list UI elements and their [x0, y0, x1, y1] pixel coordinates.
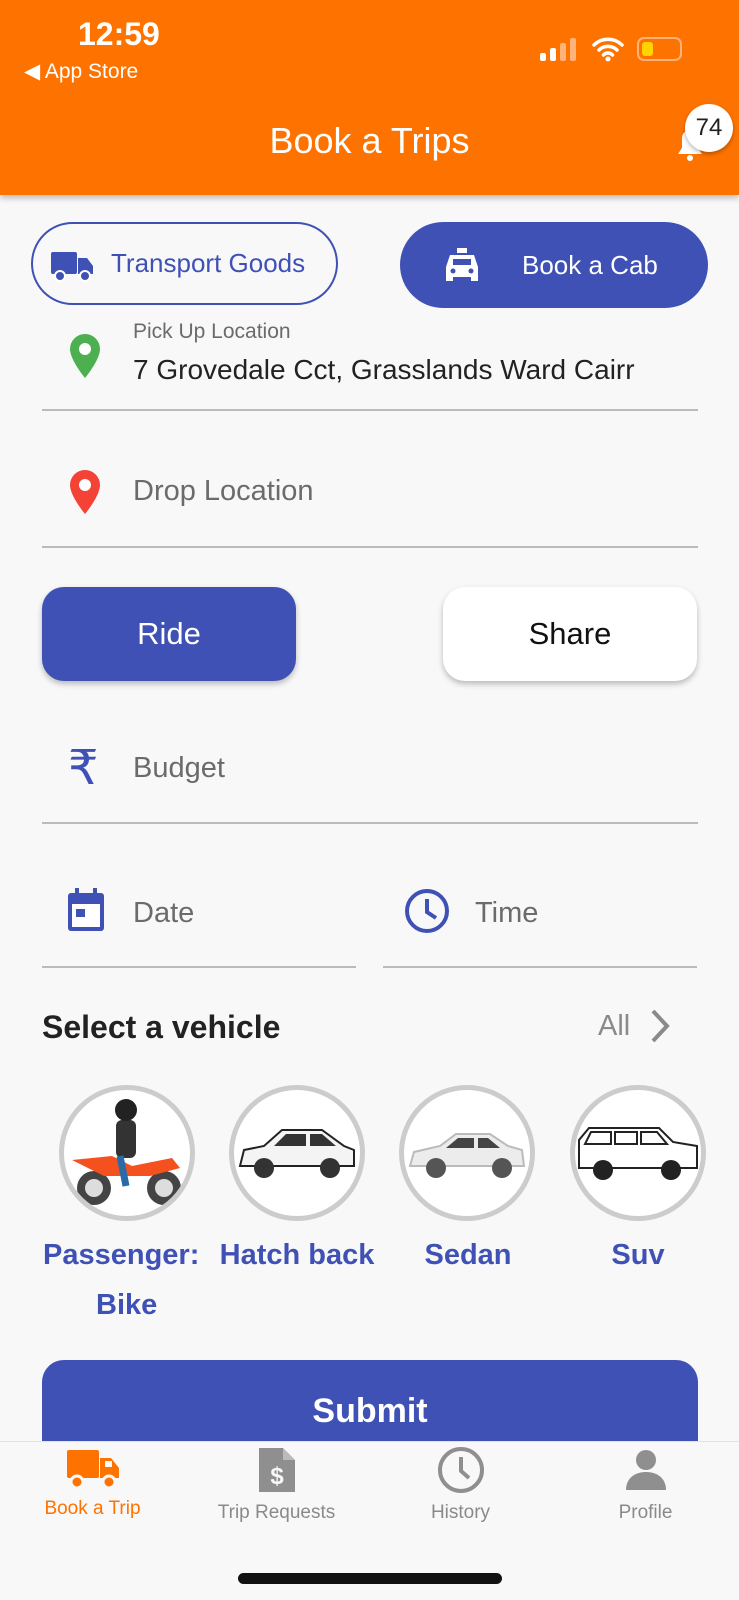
page-title: Book a Trips [269, 120, 470, 161]
calendar-icon [68, 888, 104, 931]
vehicle-suv[interactable] [570, 1085, 706, 1221]
back-arrow-icon: ◀ [24, 60, 41, 83]
clock-icon [405, 889, 449, 933]
tab-book-a-trip[interactable]: Book a Trip [0, 1446, 185, 1520]
truck-icon [51, 251, 93, 282]
select-vehicle-heading: Select a vehicle [42, 1009, 281, 1045]
motorbike-image [72, 1099, 181, 1205]
sedan-image [408, 1133, 526, 1178]
back-to-app-store[interactable]: ◀ App Store [24, 59, 138, 84]
app-header: 12:59 ◀ App Store Book a Trips 74 [0, 0, 739, 195]
vehicle-sedan[interactable] [399, 1085, 535, 1221]
pickup-value: 7 Grovedale Cct, Grasslands Ward Cairr [133, 354, 635, 385]
vehicle-hatchback[interactable] [229, 1085, 365, 1221]
clock-icon [437, 1447, 484, 1493]
home-indicator [238, 1573, 502, 1584]
tab-profile[interactable]: Profile [553, 1446, 738, 1524]
vehicle-label-suv[interactable]: Suv [553, 1230, 723, 1280]
pickup-location-field[interactable]: Pick Up Location 7 Grovedale Cct, Grassl… [42, 320, 698, 410]
view-all-vehicles-link[interactable]: All [598, 1008, 670, 1044]
status-time: 12:59 [78, 16, 160, 52]
pickup-label: Pick Up Location [133, 320, 291, 343]
invoice-icon: $ [258, 1448, 295, 1492]
chevron-right-icon [651, 1009, 670, 1043]
share-button[interactable]: Share [443, 587, 697, 681]
time-field[interactable]: Time [383, 885, 697, 955]
rupee-icon: ₹ [68, 742, 99, 795]
vehicle-label-bike[interactable]: Passenger: Bike [43, 1230, 213, 1330]
person-icon [625, 1450, 666, 1490]
drop-location-field[interactable]: Drop Location [42, 460, 698, 530]
transport-goods-button[interactable]: Transport Goods [31, 222, 338, 305]
location-pin-red-icon [70, 470, 100, 514]
tab-history[interactable]: History [368, 1446, 553, 1524]
battery-icon [637, 37, 682, 61]
taxi-icon [446, 248, 478, 281]
suv-image [578, 1127, 698, 1180]
notification-badge: 74 [685, 104, 733, 152]
date-field[interactable]: Date [42, 885, 356, 955]
ride-button[interactable]: Ride [42, 587, 296, 681]
location-pin-green-icon [70, 334, 100, 378]
vehicle-label-sedan[interactable]: Sedan [383, 1230, 553, 1280]
tab-trip-requests[interactable]: $ Trip Requests [184, 1446, 369, 1524]
vehicle-bike[interactable] [59, 1085, 195, 1221]
budget-field[interactable]: ₹ Budget [42, 740, 698, 810]
vehicle-label-hatchback[interactable]: Hatch back [212, 1230, 382, 1280]
svg-text:$: $ [270, 1463, 284, 1490]
hatchback-image [238, 1129, 355, 1178]
book-cab-button[interactable]: Book a Cab [400, 222, 708, 308]
truck-icon [66, 1450, 119, 1490]
signal-icon [540, 38, 576, 61]
wifi-icon [592, 37, 624, 62]
